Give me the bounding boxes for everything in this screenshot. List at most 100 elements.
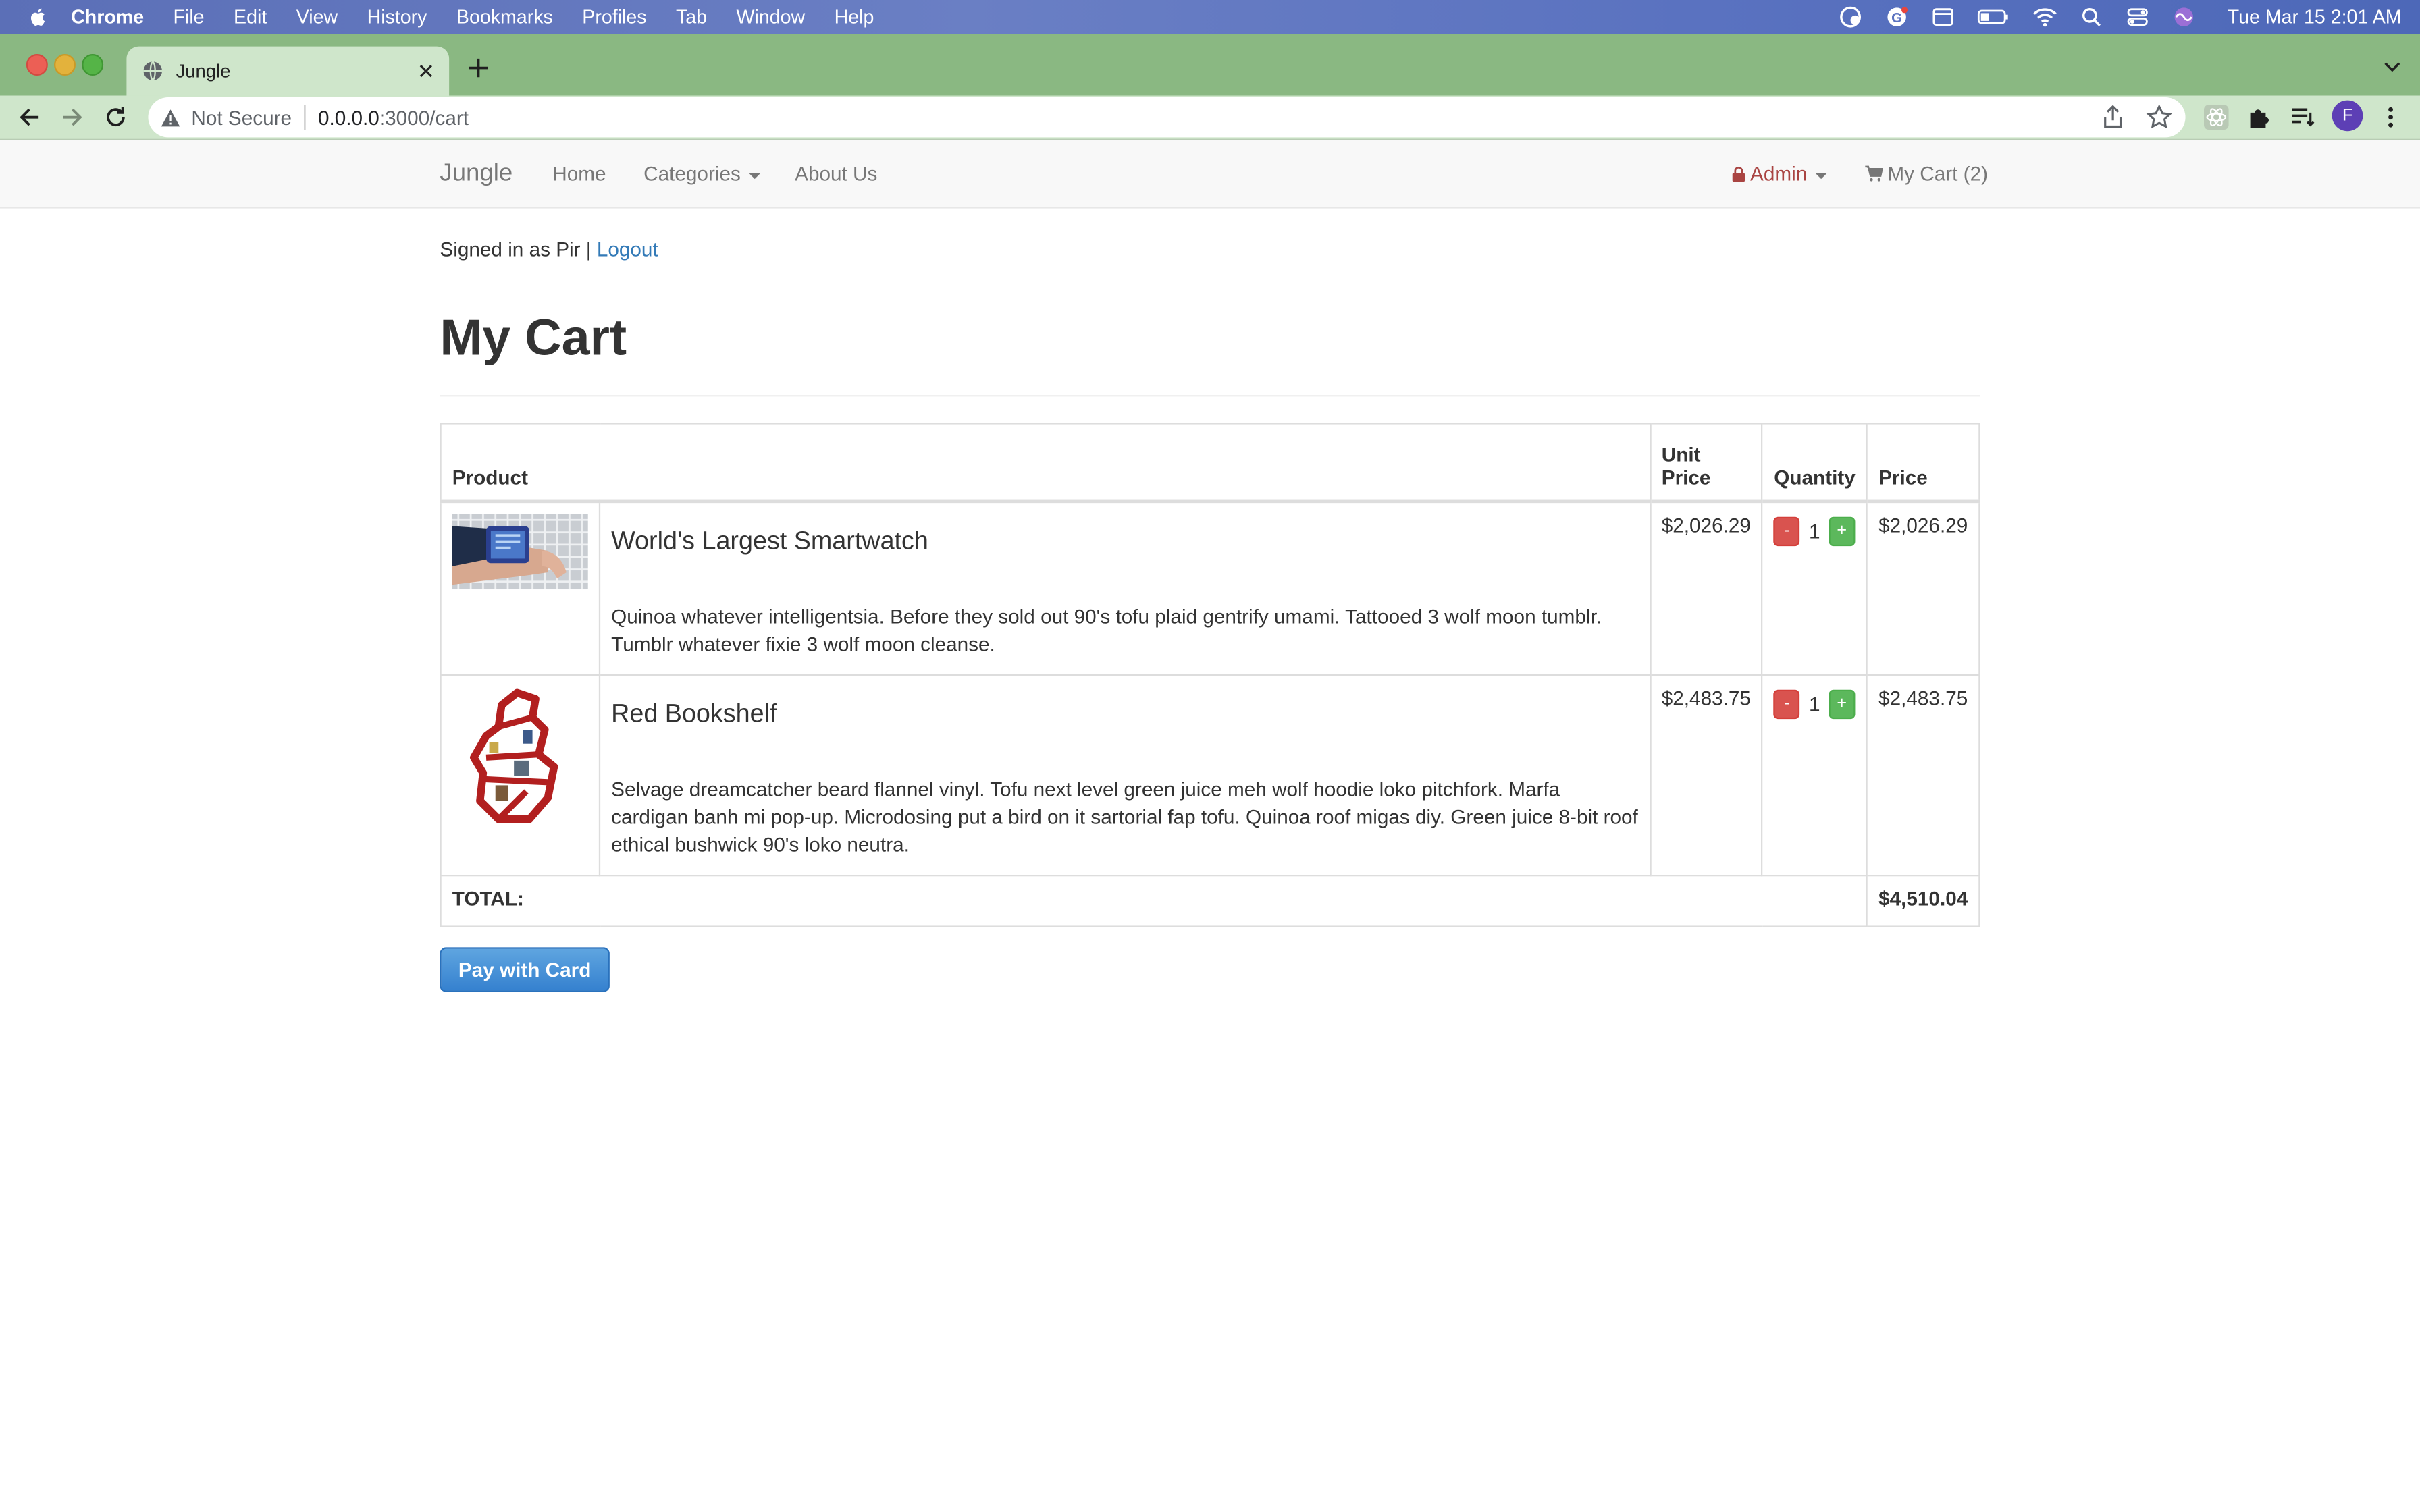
menu-app-name[interactable]: Chrome: [71, 6, 144, 28]
back-arrow-icon[interactable]: [16, 103, 43, 131]
tab-title: Jungle: [176, 60, 231, 82]
menu-help[interactable]: Help: [835, 6, 874, 28]
siri-icon[interactable]: [2172, 6, 2197, 28]
profile-avatar[interactable]: F: [2332, 100, 2363, 132]
window-zoom-button[interactable]: [82, 53, 104, 76]
unit-price-cell: $2,026.29: [1649, 500, 1764, 676]
unit-price-cell: $2,483.75: [1649, 674, 1764, 877]
menu-bookmarks[interactable]: Bookmarks: [456, 6, 553, 28]
header-quantity: Quantity: [1761, 423, 1868, 504]
site-navbar: Jungle Home Categories About Us Admin My…: [0, 140, 2420, 209]
warning-triangle-icon[interactable]: [161, 107, 181, 128]
signed-in-text: Signed in as Pir |: [440, 237, 591, 261]
window-minimize-button[interactable]: [53, 53, 76, 76]
smartwatch-product-image[interactable]: [452, 514, 588, 590]
nav-admin-dropdown[interactable]: Admin: [1732, 162, 1827, 185]
menu-profiles[interactable]: Profiles: [582, 6, 646, 28]
product-info-cell: World's Largest Smartwatch Quinoa whatev…: [598, 500, 1651, 676]
decrease-quantity-button[interactable]: -: [1774, 689, 1801, 720]
battery-icon[interactable]: [1977, 6, 2011, 28]
product-image-cell: [440, 500, 601, 676]
header-price: Price: [1866, 423, 1980, 504]
menu-clock[interactable]: Tue Mar 15 2:01 AM: [2228, 6, 2402, 28]
menu-tab[interactable]: Tab: [676, 6, 707, 28]
product-image-cell: [440, 674, 601, 877]
table-row: Red Bookshelf Selvage dreamcatcher beard…: [440, 674, 1980, 877]
reload-icon[interactable]: [102, 103, 130, 131]
shopping-cart-icon: [1865, 165, 1883, 182]
caret-down-icon: [1814, 171, 1827, 179]
quantity-value: 1: [1808, 693, 1820, 716]
nav-cart-link[interactable]: My Cart (2): [1864, 162, 1988, 185]
macos-menu-bar: Chrome File Edit View History Bookmarks …: [0, 0, 2420, 34]
red-bookshelf-product-image[interactable]: [452, 686, 588, 826]
reading-list-icon[interactable]: [2289, 103, 2317, 131]
menu-history[interactable]: History: [367, 6, 427, 28]
site-brand[interactable]: Jungle: [440, 161, 512, 188]
nav-admin-label: Admin: [1750, 161, 1808, 186]
react-devtools-icon[interactable]: [2203, 103, 2230, 131]
total-label: TOTAL:: [440, 874, 1868, 927]
quantity-cell: - 1 +: [1761, 674, 1868, 877]
total-row: TOTAL: $4,510.04: [440, 874, 1980, 927]
menu-edit[interactable]: Edit: [234, 6, 267, 28]
new-tab-plus-icon[interactable]: [466, 55, 491, 80]
calendar-icon[interactable]: [1931, 6, 1956, 28]
header-unit-price: Unit Price: [1649, 423, 1764, 504]
forward-arrow-icon[interactable]: [59, 103, 86, 131]
apple-icon[interactable]: [28, 6, 49, 28]
product-name[interactable]: World's Largest Smartwatch: [611, 528, 1638, 557]
extensions-puzzle-icon[interactable]: [2246, 103, 2273, 131]
window-close-button[interactable]: [26, 53, 48, 76]
nav-categories-label: Categories: [643, 161, 741, 186]
header-product: Product: [440, 423, 1651, 504]
decrease-quantity-button[interactable]: -: [1774, 516, 1801, 547]
chrome-menu-kebab-icon[interactable]: [2377, 103, 2404, 131]
nav-about-link[interactable]: About Us: [795, 162, 877, 185]
increase-quantity-button[interactable]: +: [1829, 516, 1856, 547]
grammarly-icon[interactable]: G: [1885, 6, 1910, 28]
menu-extras: G Tue Mar 15 2:01 AM: [1839, 0, 2402, 34]
cart-table: Product Unit Price Quantity Price World'…: [440, 423, 1980, 927]
tab-close-icon[interactable]: [417, 61, 435, 80]
logout-link[interactable]: Logout: [597, 238, 658, 261]
tab-search-chevron-icon[interactable]: [2383, 59, 2401, 74]
quantity-cell: - 1 +: [1761, 500, 1868, 676]
menu-view[interactable]: View: [296, 6, 338, 28]
product-description: Selvage dreamcatcher beard flannel vinyl…: [611, 777, 1638, 857]
table-header-row: Product Unit Price Quantity Price: [440, 423, 1980, 504]
total-value: $4,510.04: [1866, 874, 1980, 927]
creative-cloud-icon[interactable]: [1839, 6, 1864, 28]
address-bar[interactable]: Not Secure 0.0.0.0:3000/cart: [148, 97, 2186, 138]
not-secure-label[interactable]: Not Secure: [191, 106, 292, 129]
address-separator: [304, 105, 306, 130]
caret-down-icon: [748, 171, 761, 179]
increase-quantity-button[interactable]: +: [1829, 689, 1856, 720]
nav-categories-dropdown[interactable]: Categories: [643, 161, 761, 186]
product-info-cell: Red Bookshelf Selvage dreamcatcher beard…: [598, 674, 1651, 877]
title-divider: [440, 395, 1980, 397]
url-text[interactable]: 0.0.0.0:3000/cart: [318, 106, 469, 129]
quantity-value: 1: [1808, 520, 1820, 543]
price-cell: $2,026.29: [1866, 500, 1980, 676]
spotlight-search-icon[interactable]: [2079, 6, 2104, 28]
browser-tab-active[interactable]: Jungle: [126, 46, 450, 96]
svg-text:G: G: [1892, 10, 1903, 26]
wifi-icon[interactable]: [2033, 6, 2058, 28]
control-center-icon[interactable]: [2126, 6, 2151, 28]
nav-home-link[interactable]: Home: [552, 162, 606, 185]
signed-in-status: Signed in as Pir | Logout: [440, 238, 658, 261]
pay-with-card-button[interactable]: Pay with Card: [440, 947, 610, 992]
share-icon[interactable]: [2099, 103, 2127, 131]
browser-tab-strip: Jungle: [0, 34, 2420, 96]
price-cell: $2,483.75: [1866, 674, 1980, 877]
lock-icon: [1732, 166, 1745, 182]
nav-cart-label: My Cart (2): [1887, 161, 1988, 186]
omnibox-actions: [2099, 103, 2174, 131]
menu-window[interactable]: Window: [736, 6, 805, 28]
globe-icon: [143, 61, 162, 81]
url-path: :3000/cart: [379, 105, 469, 129]
bookmark-star-icon[interactable]: [2145, 103, 2173, 131]
menu-file[interactable]: File: [174, 6, 205, 28]
product-name[interactable]: Red Bookshelf: [611, 701, 1638, 730]
